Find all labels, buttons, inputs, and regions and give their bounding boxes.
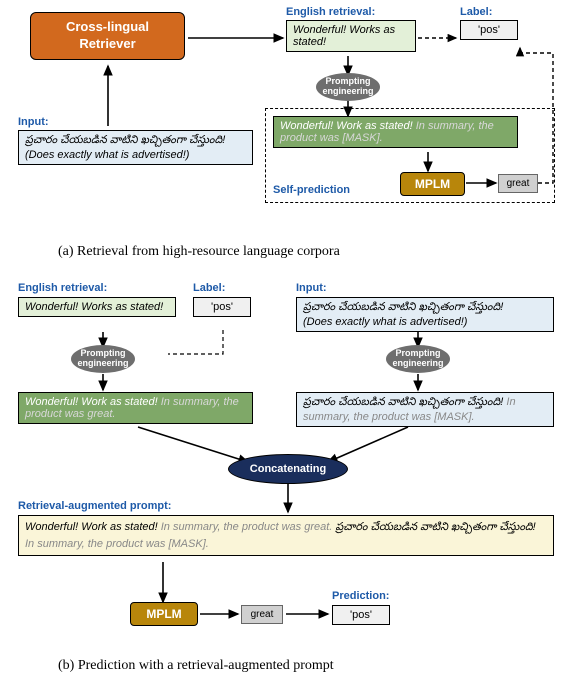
label-value-a: 'pos' bbox=[478, 24, 500, 36]
input-box-a: ప్రచారం చేయబడిన వాటిని ఖచ్చితంగా చేస్తుం… bbox=[18, 130, 253, 165]
retrieval-text-a: Wonderful! Works as stated! bbox=[293, 24, 395, 48]
label-value-b: 'pos' bbox=[211, 301, 233, 313]
retrieval-box-b: Wonderful! Works as stated! bbox=[18, 297, 176, 317]
label-box-a: 'pos' bbox=[460, 20, 518, 40]
input-box-b: ప్రచారం చేయబడిన వాటిని ఖచ్చితంగా చేస్తుం… bbox=[296, 297, 554, 332]
retrieval-box-a: Wonderful! Works as stated! bbox=[286, 20, 416, 52]
prompt-eng-ellipse-b-right: Prompting engineering bbox=[386, 345, 450, 373]
prompt-box-a: Wonderful! Work as stated! In summary, t… bbox=[273, 116, 518, 148]
ra-prompt-box: Wonderful! Work as stated! In summary, t… bbox=[18, 515, 554, 556]
input-header-a: Input: bbox=[18, 116, 49, 128]
concat-ellipse: Concatenating bbox=[228, 454, 348, 484]
mplm-label-a: MPLM bbox=[415, 177, 450, 191]
pred-word-b: great bbox=[251, 609, 274, 620]
ra-text-4: In summary, the product was [MASK]. bbox=[25, 538, 209, 550]
right-prompt-box-b: ప్రచారం చేయబడిన వాటిని ఖచ్చితంగా చేస్తుం… bbox=[296, 392, 554, 427]
mplm-box-b: MPLM bbox=[130, 602, 198, 626]
prompt-eng-label-b-right: Prompting engineering bbox=[392, 349, 444, 369]
ra-prompt-header: Retrieval-augmented prompt: bbox=[18, 500, 171, 512]
english-retrieval-header-a: English retrieval: bbox=[286, 6, 375, 18]
input-gloss-b: (Does exactly what is advertised!) bbox=[303, 316, 547, 328]
input-telugu-a: ప్రచారం చేయబడిన వాటిని ఖచ్చితంగా చేస్తుం… bbox=[25, 134, 246, 149]
prompt-eng-label-b-left: Prompting engineering bbox=[77, 349, 129, 369]
section-b: English retrieval: Wonderful! Works as s… bbox=[8, 282, 566, 652]
pred-word-box-b: great bbox=[241, 605, 283, 624]
left-prompt-box-b: Wonderful! Work as stated! In summary, t… bbox=[18, 392, 253, 424]
ra-text-1: Wonderful! Work as stated! bbox=[25, 521, 158, 533]
prompt-eng-ellipse-b-left: Prompting engineering bbox=[71, 345, 135, 373]
pred-word-box-a: great bbox=[498, 174, 538, 193]
english-retrieval-header-b: English retrieval: bbox=[18, 282, 107, 294]
ra-text-2: In summary, the product was great. bbox=[161, 521, 333, 533]
concat-label: Concatenating bbox=[250, 463, 326, 475]
left-prompt-prefix: Wonderful! Work as stated! bbox=[25, 396, 158, 408]
input-header-b: Input: bbox=[296, 282, 327, 294]
label-header-a: Label: bbox=[460, 6, 492, 18]
self-prediction-label: Self-prediction bbox=[273, 184, 350, 196]
mplm-label-b: MPLM bbox=[146, 607, 181, 621]
prediction-box: 'pos' bbox=[332, 605, 390, 625]
prediction-value: 'pos' bbox=[350, 609, 372, 621]
section-a: Cross-lingual Retriever English retrieva… bbox=[8, 8, 566, 238]
label-header-b: Label: bbox=[193, 282, 225, 294]
prompt-eng-label-a: Prompting engineering bbox=[322, 77, 374, 97]
caption-b: (b) Prediction with a retrieval-augmente… bbox=[8, 658, 566, 674]
prompt-eng-ellipse-a: Prompting engineering bbox=[316, 73, 380, 101]
input-telugu-b: ప్రచారం చేయబడిన వాటిని ఖచ్చితంగా చేస్తుం… bbox=[303, 301, 547, 316]
label-box-b: 'pos' bbox=[193, 297, 251, 317]
right-prompt-prefix: ప్రచారం చేయబడిన వాటిని ఖచ్చితంగా చేస్తుం… bbox=[303, 396, 503, 408]
retriever-label: Cross-lingual Retriever bbox=[66, 19, 149, 51]
mplm-box-a: MPLM bbox=[400, 172, 465, 196]
retrieval-text-b: Wonderful! Works as stated! bbox=[25, 301, 163, 313]
prompt-prefix-a: Wonderful! Work as stated! bbox=[280, 120, 413, 132]
caption-a: (a) Retrieval from high-resource languag… bbox=[8, 244, 566, 260]
input-gloss-a: (Does exactly what is advertised!) bbox=[25, 149, 246, 161]
cross-lingual-retriever-box: Cross-lingual Retriever bbox=[30, 12, 185, 60]
prediction-header: Prediction: bbox=[332, 590, 389, 602]
pred-word-a: great bbox=[507, 178, 530, 189]
ra-text-3: ప్రచారం చేయబడిన వాటిని ఖచ్చితంగా చేస్తుం… bbox=[335, 521, 535, 533]
